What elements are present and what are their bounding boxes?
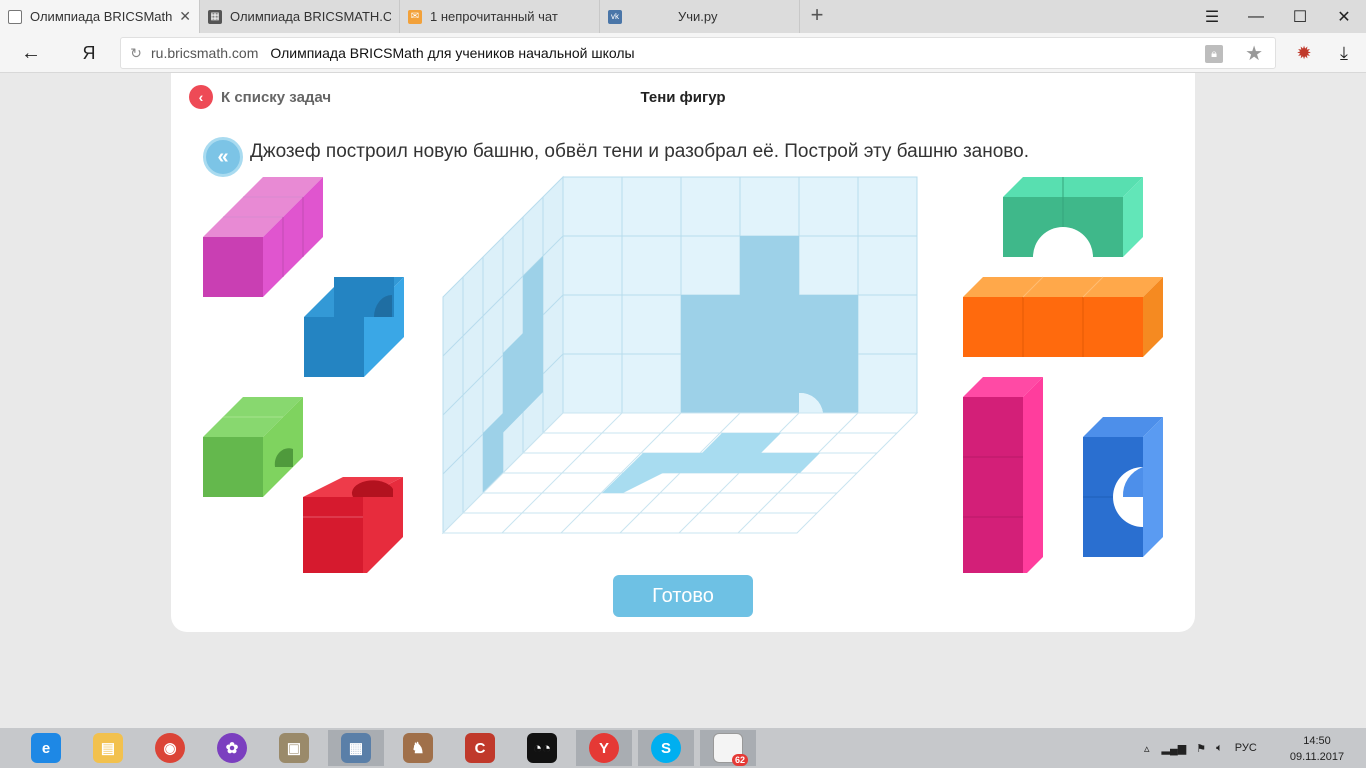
vk-icon: vk: [608, 9, 622, 24]
skype-icon[interactable]: S: [638, 730, 694, 766]
network-icon[interactable]: ▂▄▆: [1162, 742, 1187, 755]
notes-badge: 62: [731, 754, 748, 766]
volume-icon[interactable]: 🔈︎: [1216, 742, 1223, 755]
back-wall-grid: [562, 176, 918, 414]
close-tab-icon[interactable]: ✕: [179, 8, 191, 25]
system-clock[interactable]: 14:50 09.11.2017: [1284, 733, 1350, 765]
teal-arch-piece[interactable]: [1003, 177, 1143, 257]
flag-icon[interactable]: ⚑: [1196, 742, 1206, 755]
yandex-browser-icon[interactable]: Y: [576, 730, 632, 766]
tab-label: Учи.ру: [678, 9, 718, 24]
mail-icon: ✉: [408, 9, 422, 24]
ie-icon[interactable]: e: [18, 730, 74, 766]
tab-label: Олимпиада BRICSMath д: [30, 9, 174, 24]
reload-icon[interactable]: ↻: [121, 45, 151, 62]
task-card: ‹ К списку задач Тени фигур « Джозеф пос…: [171, 73, 1195, 632]
back-arrow-icon[interactable]: ←: [16, 39, 46, 67]
menu-icon[interactable]: ☰: [1190, 0, 1234, 33]
red-notch-piece[interactable]: [303, 477, 403, 573]
minimize-icon[interactable]: —: [1234, 0, 1278, 33]
blue-c-piece[interactable]: [1083, 417, 1163, 557]
explorer-icon[interactable]: ▤: [80, 730, 136, 766]
download-icon[interactable]: ⤓: [1330, 39, 1358, 67]
tab-bricsmath-co[interactable]: ▦ Олимпиада BRICSMATH.CO: [200, 0, 400, 33]
magenta-piece[interactable]: [203, 177, 323, 297]
yandex-logo[interactable]: Я: [74, 39, 104, 67]
done-button[interactable]: Готово: [613, 575, 753, 617]
bricsmath-icon: ▦: [208, 9, 222, 24]
bookmark-star-icon[interactable]: ★: [1245, 41, 1263, 66]
tab-label: 1 непрочитанный чат: [430, 9, 558, 24]
chrome-icon[interactable]: ◉: [142, 730, 198, 766]
close-window-icon[interactable]: ✕: [1322, 0, 1366, 33]
document-icon: [8, 9, 22, 24]
clock-date: 09.11.2017: [1289, 751, 1345, 763]
pink-column-piece[interactable]: [963, 377, 1043, 573]
orange-bar-piece[interactable]: [963, 276, 1163, 357]
clock-time: 14:50: [1303, 735, 1331, 747]
url-page-title: Олимпиада BRICSMath для учеников начальн…: [270, 45, 635, 61]
green-arch-piece[interactable]: [203, 397, 303, 497]
maximize-icon[interactable]: ☐: [1278, 0, 1322, 33]
url-domain: ru.bricsmath.com: [151, 45, 259, 61]
rabbit-icon[interactable]: ♞: [390, 730, 446, 766]
lock-icon[interactable]: 🔒︎: [1205, 45, 1223, 63]
language-indicator[interactable]: РУС: [1235, 742, 1257, 754]
scanner-icon[interactable]: ▣: [266, 730, 322, 766]
tab-bricsmath-active[interactable]: Олимпиада BRICSMath д ✕: [0, 0, 200, 33]
new-tab-button[interactable]: +: [805, 4, 829, 28]
ladybug-extension-icon[interactable]: ✹: [1290, 39, 1318, 67]
windows-taskbar: e ▤ ◉ ✿ ▣ ▦ ♞ C ◔◔ Y S 62 ▵ ▂▄▆ ⚑ 🔈︎ РУС…: [0, 728, 1366, 768]
tab-mail-chat[interactable]: ✉ 1 непрочитанный чат: [400, 0, 600, 33]
address-bar: ← Я ↻ ru.bricsmath.com Олимпиада BRICSMa…: [0, 33, 1366, 73]
calculator-icon[interactable]: ▦: [328, 730, 384, 766]
picasa-icon[interactable]: ✿: [204, 730, 260, 766]
tab-label: Олимпиада BRICSMATH.CO: [230, 9, 391, 24]
ccleaner-icon[interactable]: C: [452, 730, 508, 766]
blue-arch-piece[interactable]: [304, 277, 404, 377]
tab-bar: Олимпиада BRICSMath д ✕ ▦ Олимпиада BRIC…: [0, 0, 1366, 33]
url-field[interactable]: ↻ ru.bricsmath.com Олимпиада BRICSMath д…: [120, 37, 1276, 69]
eyes-app-icon[interactable]: ◔◔: [514, 730, 570, 766]
tray-expand-icon[interactable]: ▵: [1144, 742, 1150, 755]
notes-icon[interactable]: 62: [700, 730, 756, 766]
tab-uchi-ru[interactable]: vk Учи.ру: [600, 0, 800, 33]
puzzle-scene: [203, 175, 1163, 573]
